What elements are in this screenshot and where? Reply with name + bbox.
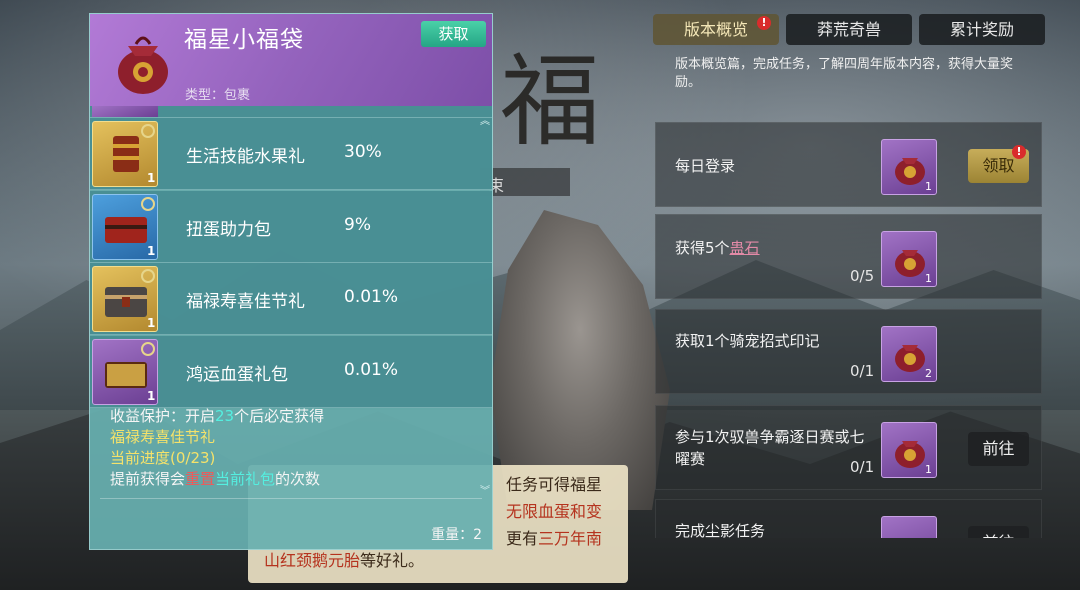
story-line-4: 山红颈鹅元胎等好礼。 <box>264 551 425 570</box>
task-progress: 0/5 <box>850 267 875 285</box>
task-item: 参与1次驭兽争霸逐日赛或七曜赛 0/1 1 前往 <box>655 405 1042 490</box>
alert-badge-icon: ! <box>757 16 771 30</box>
task-label: 获取1个骑宠招式印记 <box>675 332 820 350</box>
task-label: 完成尘影任务 <box>675 522 766 538</box>
tab-wild-beasts[interactable]: 莽荒奇兽 <box>786 14 912 45</box>
reward-probability: 30% <box>344 142 382 162</box>
chain-icon <box>141 342 155 356</box>
task-list[interactable]: 每日登录 1 领取 ! 获得5个蛊石 0/5 1 获取1个骑宠招式印记 0/1 … <box>655 118 1050 538</box>
reward-slot[interactable]: 1 <box>92 194 158 260</box>
reward-slot[interactable]: 1 <box>881 139 937 195</box>
scroll-up-icon[interactable]: ︽ <box>480 112 490 127</box>
reward-probability: 0.01% <box>344 287 399 307</box>
reward-slot[interactable]: 1 <box>92 266 158 332</box>
list-item: 1 生活技能水果礼 30% <box>90 118 492 190</box>
reward-slot[interactable]: 1 <box>881 422 937 478</box>
popup-title: 福星小福袋 <box>184 27 304 53</box>
list-item: 1 鸿运血蛋礼包 0.01% <box>90 336 492 408</box>
story-line-3: 更有三万年南 <box>506 529 603 548</box>
tab-cumulative-rewards[interactable]: 累计奖励 <box>919 14 1045 45</box>
alert-badge-icon: ! <box>1012 145 1026 159</box>
task-item: 获得5个蛊石 0/5 1 <box>655 214 1042 299</box>
task-progress: 0/1 <box>850 362 875 380</box>
goto-button[interactable]: 前往 <box>968 526 1029 538</box>
lucky-bag-icon <box>118 36 168 94</box>
reward-name: 福禄寿喜佳节礼 <box>186 292 305 312</box>
story-line-2: 无限血蛋和变 <box>506 502 603 521</box>
reward-name: 鸿运血蛋礼包 <box>186 365 288 385</box>
guishi-link[interactable]: 蛊石 <box>730 239 760 257</box>
popup-header: 福星小福袋 类型：包裹 获取 <box>90 14 492 106</box>
reward-name: 生活技能水果礼 <box>186 147 305 167</box>
tab-description: 版本概览篇，完成任务，了解四周年版本内容，获得大量奖励。 <box>675 57 1014 90</box>
task-label: 获得5个蛊石 <box>675 239 760 257</box>
task-item: 获取1个骑宠招式印记 0/1 2 <box>655 309 1042 394</box>
reward-list[interactable]: 1 生活技能水果礼 30% 1 扭蛋助力包 9% 1 福禄寿喜佳节礼 0.01% <box>90 106 492 409</box>
reward-probability: 0.01% <box>344 360 399 380</box>
task-item: 每日登录 1 领取 ! <box>655 122 1042 207</box>
background-tag: 束 <box>480 168 570 196</box>
story-line-1: 任务可得福星 <box>506 475 603 494</box>
task-label: 每日登录 <box>675 157 736 175</box>
claim-button[interactable]: 领取 ! <box>968 145 1029 183</box>
goto-button[interactable]: 前往 <box>968 432 1029 466</box>
item-type: 类型：包裹 <box>185 88 251 103</box>
fu-calligraphy: 福 <box>500 43 600 160</box>
item-weight: 重量：2 <box>431 527 482 543</box>
item-detail-popup: 福星小福袋 类型：包裹 获取 1 生活技能水果礼 30% 1 扭蛋助力包 9% <box>89 13 493 550</box>
reward-slot[interactable]: 1 <box>92 339 158 405</box>
reward-name: 扭蛋助力包 <box>186 220 271 240</box>
list-item: 1 福禄寿喜佳节礼 0.01% <box>90 263 492 335</box>
yield-protection-note: 收益保护：开启23个后必定获得 福禄寿喜佳节礼 当前进度(0/23) 提前获得会… <box>110 407 325 488</box>
task-progress: 0/1 <box>850 458 875 476</box>
tab-bar: 版本概览 ! 莽荒奇兽 累计奖励 <box>653 14 1045 46</box>
list-item: 1 扭蛋助力包 9% <box>90 191 492 263</box>
reward-slot[interactable]: 2 <box>881 326 937 382</box>
tab-version-overview[interactable]: 版本概览 ! <box>653 14 779 45</box>
chain-icon <box>141 269 155 283</box>
task-item: 完成尘影任务 前往 <box>655 499 1042 538</box>
task-label: 参与1次驭兽争霸逐日赛或七曜赛 <box>675 428 865 468</box>
reward-probability: 9% <box>344 215 371 235</box>
list-item <box>90 106 492 118</box>
reward-slot[interactable] <box>881 516 937 538</box>
scroll-down-icon[interactable]: ︾ <box>480 482 490 497</box>
get-button[interactable]: 获取 <box>421 21 486 47</box>
reward-slot[interactable]: 1 <box>92 121 158 187</box>
divider <box>100 498 482 499</box>
reward-slot[interactable]: 1 <box>881 231 937 287</box>
chain-icon <box>141 124 155 138</box>
chain-icon <box>141 197 155 211</box>
